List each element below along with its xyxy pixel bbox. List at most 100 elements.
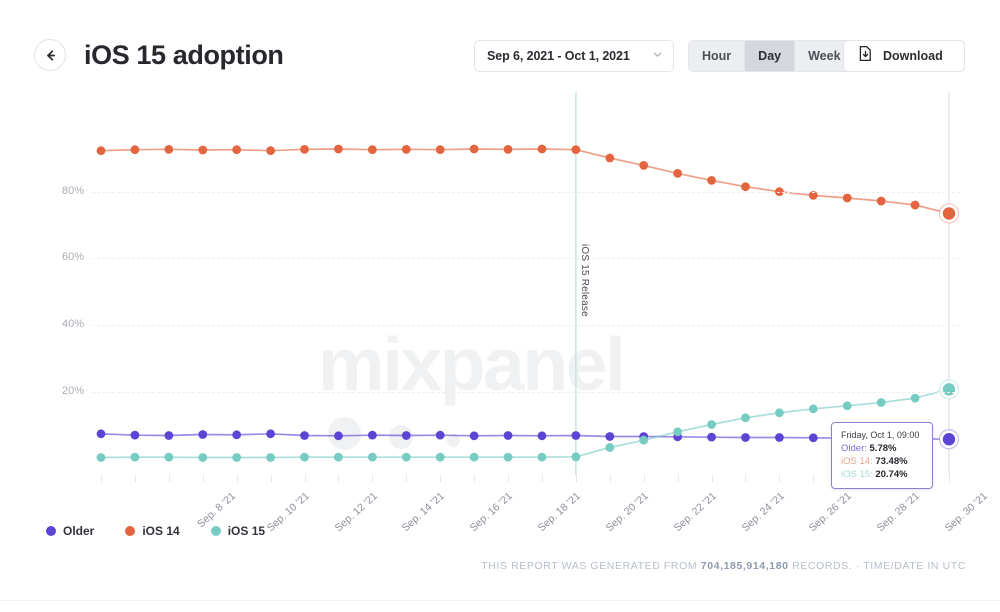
data-point[interactable] (504, 145, 513, 154)
data-point[interactable] (266, 146, 275, 155)
back-button[interactable] (34, 39, 66, 71)
x-tick-mark (271, 475, 272, 482)
x-tick-mark (406, 475, 407, 482)
data-point[interactable] (131, 145, 140, 154)
data-point[interactable] (334, 145, 343, 154)
legend-item-ios14[interactable]: iOS 14 (125, 524, 179, 538)
data-point[interactable] (571, 431, 580, 440)
data-point[interactable] (436, 145, 445, 154)
legend-item-older[interactable]: Older (46, 524, 94, 538)
data-point[interactable] (673, 169, 682, 178)
data-point[interactable] (198, 146, 207, 155)
data-point[interactable] (605, 432, 614, 441)
data-point[interactable] (131, 453, 140, 462)
data-point[interactable] (775, 408, 784, 417)
data-point[interactable] (164, 453, 173, 462)
series-lines (92, 92, 960, 475)
tooltip-name-older: Older (841, 443, 864, 454)
data-point[interactable] (368, 453, 377, 462)
x-tick-mark (576, 475, 577, 482)
data-point[interactable] (334, 431, 343, 440)
data-point[interactable] (707, 420, 716, 429)
granularity-toggle-group[interactable]: Hour Day Week (688, 40, 855, 72)
data-point[interactable] (843, 401, 852, 410)
data-point[interactable] (436, 453, 445, 462)
date-range-picker[interactable]: Sep 6, 2021 - Oct 1, 2021 (474, 40, 674, 72)
legend-label-older: Older (63, 524, 94, 538)
data-point[interactable] (877, 398, 886, 407)
data-point[interactable] (470, 431, 479, 440)
data-point[interactable] (538, 145, 547, 154)
y-tick-label: 80% (24, 185, 84, 197)
data-point[interactable] (470, 145, 479, 154)
download-button[interactable]: Download (843, 40, 965, 72)
data-point[interactable] (402, 453, 411, 462)
data-point[interactable] (232, 145, 241, 154)
data-point[interactable] (809, 433, 818, 442)
x-tick-label: Sep. 22 '21 (671, 490, 718, 534)
data-point[interactable] (707, 176, 716, 185)
x-tick-mark (644, 475, 645, 482)
data-point[interactable] (402, 145, 411, 154)
data-point[interactable] (300, 431, 309, 440)
data-point[interactable] (164, 145, 173, 154)
mixpanel-report-page: iOS 15 adoption Sep 6, 2021 - Oct 1, 202… (0, 0, 1000, 612)
data-point[interactable] (266, 453, 275, 462)
x-tick-mark (169, 475, 170, 482)
data-point[interactable] (639, 436, 648, 445)
data-point[interactable] (504, 453, 513, 462)
data-point[interactable] (809, 404, 818, 413)
data-point[interactable] (470, 453, 479, 462)
data-point[interactable] (368, 431, 377, 440)
data-point[interactable] (131, 431, 140, 440)
legend-label-ios15: iOS 15 (228, 524, 265, 538)
data-point[interactable] (368, 145, 377, 154)
data-point[interactable] (943, 383, 955, 395)
data-point[interactable] (164, 431, 173, 440)
x-tick-label: Sep. 28 '21 (875, 490, 922, 534)
legend-item-ios15[interactable]: iOS 15 (211, 524, 265, 538)
data-point[interactable] (538, 431, 547, 440)
data-point[interactable] (97, 146, 106, 155)
data-point[interactable] (571, 145, 580, 154)
data-point[interactable] (843, 194, 852, 203)
granularity-day[interactable]: Day (745, 41, 795, 71)
data-point[interactable] (605, 154, 614, 163)
data-point[interactable] (571, 452, 580, 461)
data-point[interactable] (334, 453, 343, 462)
legend-color-swatch-ios14 (125, 526, 135, 536)
data-point[interactable] (198, 453, 207, 462)
data-point[interactable] (232, 453, 241, 462)
x-tick-mark (949, 475, 950, 482)
data-point[interactable] (741, 433, 750, 442)
data-point[interactable] (198, 430, 207, 439)
legend-color-swatch-ios15 (211, 526, 221, 536)
data-point[interactable] (97, 429, 106, 438)
data-point[interactable] (504, 431, 513, 440)
tooltip-row-older: Older: 5.78% (841, 443, 923, 454)
data-point[interactable] (639, 161, 648, 170)
data-point[interactable] (911, 201, 920, 210)
data-point[interactable] (943, 433, 955, 445)
tooltip-date: Friday, Oct 1, 09:00 (841, 430, 923, 440)
data-point[interactable] (741, 182, 750, 191)
data-point[interactable] (911, 394, 920, 403)
data-point[interactable] (775, 433, 784, 442)
tooltip-value-ios14: 73.48% (875, 456, 907, 467)
data-point[interactable] (877, 197, 886, 206)
data-point[interactable] (605, 443, 614, 452)
data-point[interactable] (707, 433, 716, 442)
data-point[interactable] (232, 430, 241, 439)
data-point[interactable] (300, 145, 309, 154)
data-point[interactable] (436, 431, 445, 440)
data-point[interactable] (538, 453, 547, 462)
data-point[interactable] (402, 431, 411, 440)
data-point[interactable] (266, 429, 275, 438)
granularity-hour[interactable]: Hour (689, 41, 745, 71)
data-point[interactable] (741, 413, 750, 422)
data-point[interactable] (943, 207, 955, 219)
data-point[interactable] (300, 453, 309, 462)
data-point[interactable] (673, 427, 682, 436)
data-point[interactable] (97, 453, 106, 462)
hover-tooltip: Friday, Oct 1, 09:00 Older: 5.78% iOS 14… (831, 422, 933, 489)
